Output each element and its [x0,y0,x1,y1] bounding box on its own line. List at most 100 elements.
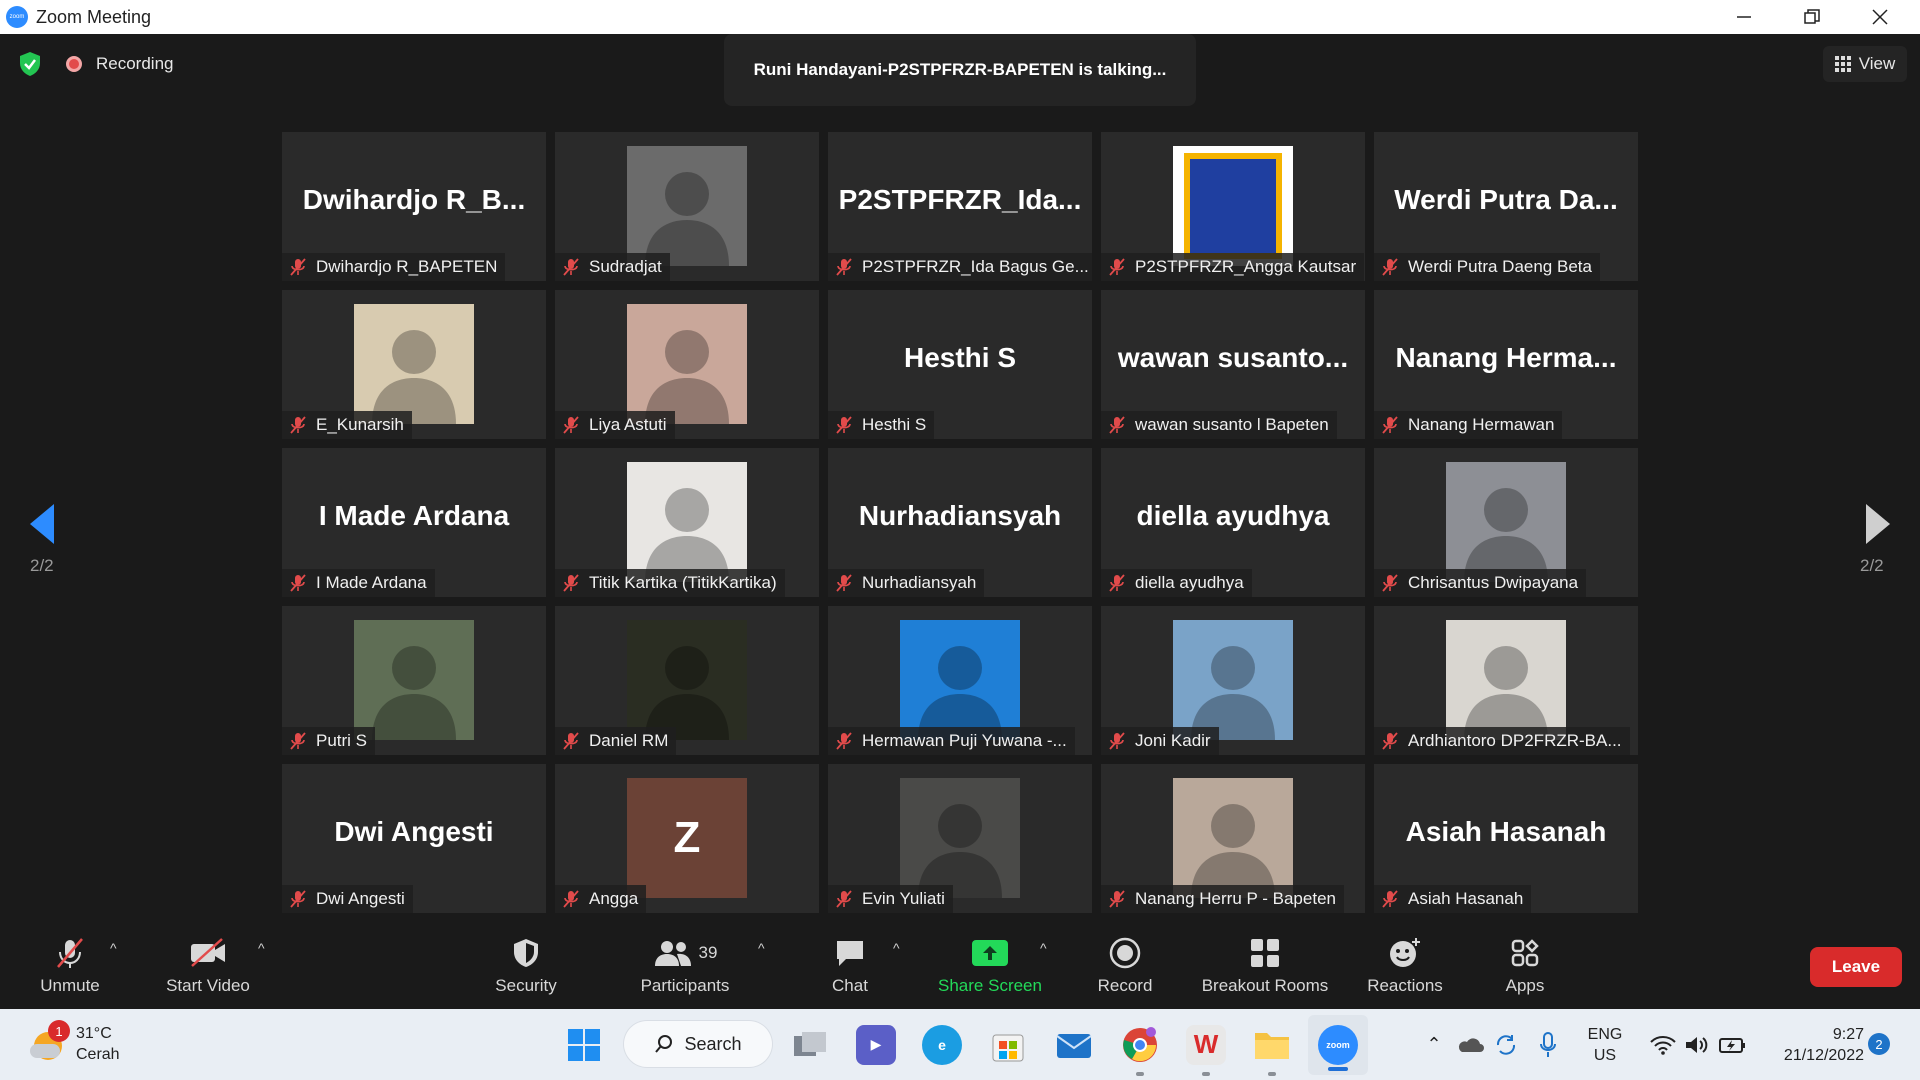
restore-button[interactable] [1778,0,1846,34]
participant-tile[interactable]: Evin Yuliati [828,764,1092,913]
participant-tile[interactable]: Werdi Putra Da... Werdi Putra Daeng Beta [1374,132,1638,281]
participant-tile[interactable]: Nanang Herma... Nanang Hermawan [1374,290,1638,439]
chat-options-chevron-up-icon[interactable]: ^ [893,940,900,956]
clock-time: 9:27 [1832,1025,1864,1043]
recording-label: Recording [96,54,174,73]
start-button[interactable] [560,1009,608,1080]
zoom-taskbar-button[interactable]: zoom [1308,1015,1368,1075]
wifi-tray-button[interactable] [1648,1009,1678,1080]
mail-button[interactable] [1050,1009,1098,1080]
security-button[interactable]: Security [486,926,566,1009]
leave-button[interactable]: Leave [1810,947,1902,987]
view-button[interactable]: View [1823,46,1907,82]
wps-office-icon: W [1186,1024,1226,1065]
participant-tile[interactable]: Putri S [282,606,546,755]
close-icon [1872,9,1888,25]
participant-name-label: Joni Kadir [1101,727,1219,755]
participant-tile[interactable]: Sudradjat [555,132,819,281]
participant-display-name: P2STPFRZR_Ida... [838,184,1082,215]
participant-tile[interactable]: Liya Astuti [555,290,819,439]
input-language-button[interactable]: ENG US [1580,1009,1630,1080]
participant-name: Titik Kartika (TitikKartika) [589,573,777,592]
participant-tile[interactable]: Nanang Herru P - Bapeten [1101,764,1365,913]
grid-view-icon [1834,56,1851,72]
participant-tile[interactable]: Titik Kartika (TitikKartika) [555,448,819,597]
participant-tile[interactable]: diella ayudhya diella ayudhya [1101,448,1365,597]
edge-button[interactable]: e [918,1009,966,1080]
participant-name-label: Werdi Putra Daeng Beta [1374,253,1600,281]
record-button[interactable]: Record [1085,926,1165,1009]
participant-tile[interactable]: Nurhadiansyah Nurhadiansyah [828,448,1092,597]
clock-button[interactable]: 9:27 21/12/2022 [1764,1009,1864,1080]
share-options-chevron-up-icon[interactable]: ^ [1040,940,1047,956]
minimize-icon [1737,16,1751,18]
participant-name: E_Kunarsih [316,415,404,434]
participant-display-name: Dwi Angesti [334,816,494,847]
battery-tray-button[interactable] [1716,1009,1750,1080]
weather-temp: 31°C [76,1025,112,1042]
participants-options-chevron-up-icon[interactable]: ^ [758,940,765,956]
participants-label: Participants [640,976,730,995]
participant-display-name: Nanang Herma... [1395,342,1617,373]
mic-muted-icon [836,574,852,592]
meeting-area: Recording Runi Handayani-P2STPFRZR-BAPET… [0,34,1920,1009]
recording-indicator[interactable]: Recording [66,54,174,74]
participant-tile[interactable]: Asiah Hasanah Asiah Hasanah [1374,764,1638,913]
teams-chat-button[interactable]: ▶ [852,1009,900,1080]
participant-tile[interactable]: Hermawan Puji Yuwana -... [828,606,1092,755]
audio-options-chevron-up-icon[interactable]: ^ [110,940,117,956]
taskbar-search-button[interactable]: Search [624,1021,772,1067]
microphone-icon [1540,1031,1556,1057]
notification-count-badge[interactable]: 2 [1868,1033,1890,1055]
volume-tray-button[interactable] [1682,1009,1712,1080]
onedrive-tray-button[interactable] [1454,1009,1486,1080]
participant-name: Nanang Herru P - Bapeten [1135,889,1336,908]
share-screen-button[interactable]: Share Screen [930,926,1050,1009]
apps-button[interactable]: Apps [1490,926,1560,1009]
participant-tile[interactable]: Ardhiantoro DP2FRZR-BA... [1374,606,1638,755]
file-explorer-button[interactable] [1248,1009,1296,1080]
participant-tile[interactable]: Daniel RM [555,606,819,755]
breakout-rooms-button[interactable]: Breakout Rooms [1190,926,1340,1009]
participant-tile[interactable]: Dwi Angesti Dwi Angesti [282,764,546,913]
participant-tile[interactable]: P2STPFRZR_Angga Kautsar [1101,132,1365,281]
participant-name: wawan susanto l Bapeten [1135,415,1329,434]
participant-tile[interactable]: Joni Kadir [1101,606,1365,755]
close-button[interactable] [1846,0,1914,34]
unmute-button[interactable]: Unmute [30,926,110,1009]
show-hidden-icons-button[interactable]: ⌃ [1420,1009,1448,1080]
avatar-letter: Z [673,813,701,862]
wps-office-button[interactable]: W [1182,1009,1230,1080]
chat-button[interactable]: Chat [815,926,885,1009]
store-button[interactable] [984,1009,1032,1080]
reactions-button[interactable]: Reactions [1360,926,1450,1009]
microphone-tray-button[interactable] [1532,1009,1564,1080]
weather-widget[interactable]: 1 31°C Cerah [30,1020,120,1065]
participant-tile[interactable]: Hesthi S Hesthi S [828,290,1092,439]
sync-tray-button[interactable] [1490,1009,1522,1080]
reactions-label: Reactions [1367,976,1443,995]
arrow-right-icon [1866,504,1890,544]
start-video-button[interactable]: Start Video [158,926,258,1009]
next-page-button[interactable] [1856,494,1900,554]
participant-tile[interactable]: wawan susanto... wawan susanto l Bapeten [1101,290,1365,439]
participants-button[interactable]: 39 Participants [630,926,740,1009]
participant-avatar-image [1173,778,1293,898]
security-shield-icon[interactable] [16,50,44,78]
task-view-button[interactable] [786,1009,834,1080]
participant-tile[interactable]: I Made Ardana I Made Ardana [282,448,546,597]
participant-name-label: wawan susanto l Bapeten [1101,411,1337,439]
participant-tile[interactable]: Z Angga [555,764,819,913]
participant-tile[interactable]: Chrisantus Dwipayana [1374,448,1638,597]
chrome-button[interactable] [1116,1009,1164,1080]
participant-tile[interactable]: E_Kunarsih [282,290,546,439]
participant-tile[interactable]: Dwihardjo R_B... Dwihardjo R_BAPETEN [282,132,546,281]
chrome-running-indicator [1136,1072,1144,1076]
video-options-chevron-up-icon[interactable]: ^ [258,940,265,956]
participant-avatar-image [1173,620,1293,740]
participant-tile[interactable]: P2STPFRZR_Ida... P2STPFRZR_Ida Bagus Ge..… [828,132,1092,281]
prev-page-button[interactable] [20,494,64,554]
minimize-button[interactable] [1710,0,1778,34]
start-video-label: Start Video [166,976,250,995]
participant-name: Liya Astuti [589,415,667,434]
